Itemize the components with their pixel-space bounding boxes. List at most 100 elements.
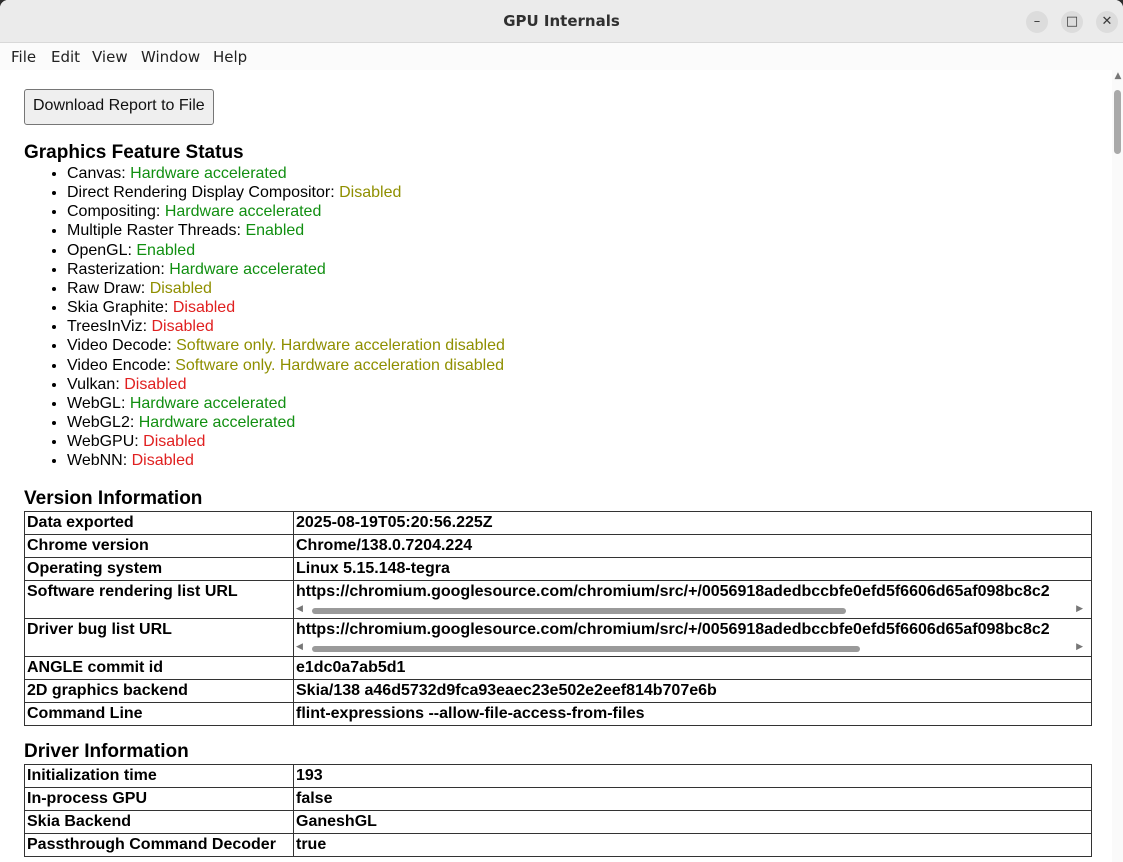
table-row: Skia Backend GaneshGL xyxy=(24,810,1092,834)
feature-name: Video Encode: xyxy=(67,356,176,374)
row-key: Passthrough Command Decoder xyxy=(24,833,294,857)
feature-name: Raw Draw: xyxy=(67,279,150,297)
table-row: Command Line flint-expressions --allow-fi… xyxy=(24,702,1092,726)
table-row: Initialization time 193 xyxy=(24,764,1092,788)
feature-item: Compositing: Hardware accelerated xyxy=(67,202,505,221)
feature-status-value: Enabled xyxy=(136,241,196,259)
feature-status-value: Disabled xyxy=(143,433,206,451)
row-value-url: https://chromium.googlesource.com/chromi… xyxy=(293,618,1092,657)
feature-name: WebGL: xyxy=(67,394,130,412)
feature-name: Canvas: xyxy=(67,165,131,182)
feature-status-value: Disabled xyxy=(131,452,194,470)
menu-window[interactable]: Window xyxy=(141,48,200,66)
title-bar[interactable]: GPU Internals – □ ✕ xyxy=(0,0,1123,43)
scroll-right-arrow-icon[interactable]: ▶ xyxy=(1076,642,1083,652)
feature-item: Rasterization: Hardware accelerated xyxy=(67,260,505,279)
menu-bar: File Edit View Window Help xyxy=(0,43,1123,70)
row-key: Command Line xyxy=(24,702,294,726)
scrollbar-thumb[interactable] xyxy=(1114,90,1121,154)
feature-item: Skia Graphite: Disabled xyxy=(67,298,505,317)
feature-status-value: Disabled xyxy=(172,299,236,317)
feature-status-value: Disabled xyxy=(149,279,212,297)
table-row: Driver bug list URL https://chromium.goog… xyxy=(24,618,1092,657)
feature-item: Direct Rendering Display Compositor: Dis… xyxy=(67,183,505,202)
feature-item: OpenGL: Enabled xyxy=(67,241,505,260)
row-value: e1dc0a7ab5d1 xyxy=(293,656,1092,680)
feature-status-value: Disabled xyxy=(339,184,402,202)
page-scrollbar[interactable]: ▲ xyxy=(1112,70,1123,862)
feature-item: Canvas: Hardware accelerated xyxy=(67,164,505,183)
row-value: Linux 5.15.148-tegra xyxy=(293,557,1092,581)
feature-item: Vulkan: Disabled xyxy=(67,375,505,394)
scroll-right-arrow-icon[interactable]: ▶ xyxy=(1076,604,1083,614)
row-value: Skia/138 a46d5732d9fca93eaec23e502e2eef8… xyxy=(293,679,1092,703)
horizontal-scroll-thumb[interactable] xyxy=(312,608,846,614)
row-key: Operating system xyxy=(24,557,294,581)
scroll-up-arrow-icon[interactable]: ▲ xyxy=(1113,71,1123,81)
feature-status-value: Hardware accelerated xyxy=(129,394,287,412)
driver-info-heading: Driver Information xyxy=(24,741,189,762)
feature-status-heading: Graphics Feature Status xyxy=(24,142,244,163)
feature-status-value: Disabled xyxy=(124,375,187,393)
menu-view[interactable]: View xyxy=(92,48,128,66)
page-content[interactable]: Download Report to File Graphics Feature… xyxy=(0,70,1112,862)
row-key: ANGLE commit id xyxy=(24,656,294,680)
horizontal-scrollbar[interactable]: ◀ ▶ xyxy=(296,604,1089,617)
feature-status-value: Hardware accelerated xyxy=(138,414,296,432)
driver-info-table: Initialization time 193 In-process GPU fals… xyxy=(24,764,1092,857)
horizontal-scroll-thumb[interactable] xyxy=(312,646,860,652)
feature-status-value: Software only. Hardware acceleration dis… xyxy=(175,356,504,374)
menu-help[interactable]: Help xyxy=(213,48,247,66)
version-info-heading: Version Information xyxy=(24,488,203,509)
table-row: ANGLE commit id e1dc0a7ab5d1 xyxy=(24,656,1092,680)
row-key: Data exported xyxy=(24,511,294,535)
feature-item: TreesInViz: Disabled xyxy=(67,317,505,336)
feature-name: WebGL2: xyxy=(67,414,139,432)
minimize-button[interactable]: – xyxy=(1026,11,1048,33)
row-value-url: https://chromium.googlesource.com/chromi… xyxy=(293,580,1092,619)
feature-name: Multiple Raster Threads: xyxy=(67,222,246,240)
gpu-internals-window: GPU Internals – □ ✕ File Edit View Windo… xyxy=(0,0,1123,862)
row-value: GaneshGL xyxy=(293,810,1092,834)
row-key: Initialization time xyxy=(24,764,294,788)
feature-name: TreesInViz: xyxy=(67,318,152,336)
feature-status-value: Hardware accelerated xyxy=(130,165,287,182)
download-report-button[interactable]: Download Report to File xyxy=(24,89,214,125)
menu-edit[interactable]: Edit xyxy=(51,48,80,66)
feature-status-value: Hardware accelerated xyxy=(169,260,326,278)
feature-status-value: Software only. Hardware acceleration dis… xyxy=(176,337,505,355)
row-key: 2D graphics backend xyxy=(24,679,294,703)
feature-status-value: Hardware accelerated xyxy=(164,203,322,221)
table-row: Data exported 2025-08-19T05:20:56.225Z xyxy=(24,511,1092,535)
feature-item: WebNN: Disabled xyxy=(67,451,505,470)
close-button[interactable]: ✕ xyxy=(1096,11,1118,33)
row-key: Chrome version xyxy=(24,534,294,558)
row-key: Driver bug list URL xyxy=(24,618,294,657)
row-value: 2025-08-19T05:20:56.225Z xyxy=(293,511,1092,535)
feature-item: Video Decode: Software only. Hardware ac… xyxy=(67,336,505,355)
scroll-left-arrow-icon[interactable]: ◀ xyxy=(296,604,303,614)
feature-status-list: Canvas: Hardware acceleratedDirect Rende… xyxy=(24,164,505,471)
url-text[interactable]: https://chromium.googlesource.com/chromi… xyxy=(296,582,1089,602)
feature-item: WebGPU: Disabled xyxy=(67,432,505,451)
feature-name: Rasterization: xyxy=(67,260,170,278)
table-row: Chrome version Chrome/138.0.7204.224 xyxy=(24,534,1092,558)
row-value: 193 xyxy=(293,764,1092,788)
horizontal-scrollbar[interactable]: ◀ ▶ xyxy=(296,642,1089,655)
row-key: Software rendering list URL xyxy=(24,580,294,619)
feature-name: WebNN: xyxy=(67,452,132,470)
table-row: Operating system Linux 5.15.148-tegra xyxy=(24,557,1092,581)
feature-name: Vulkan: xyxy=(67,375,125,393)
url-text[interactable]: https://chromium.googlesource.com/chromi… xyxy=(296,620,1089,640)
feature-item: Raw Draw: Disabled xyxy=(67,279,505,298)
maximize-button[interactable]: □ xyxy=(1061,11,1083,33)
feature-name: WebGPU: xyxy=(67,433,144,451)
row-key: Skia Backend xyxy=(24,810,294,834)
row-value: Chrome/138.0.7204.224 xyxy=(293,534,1092,558)
row-value: true xyxy=(293,833,1092,857)
feature-item: WebGL2: Hardware accelerated xyxy=(67,413,505,432)
row-value: flint-expressions --allow-file-access-fr… xyxy=(293,702,1092,726)
menu-file[interactable]: File xyxy=(11,48,36,66)
feature-name: OpenGL: xyxy=(67,241,137,259)
scroll-left-arrow-icon[interactable]: ◀ xyxy=(296,642,303,652)
